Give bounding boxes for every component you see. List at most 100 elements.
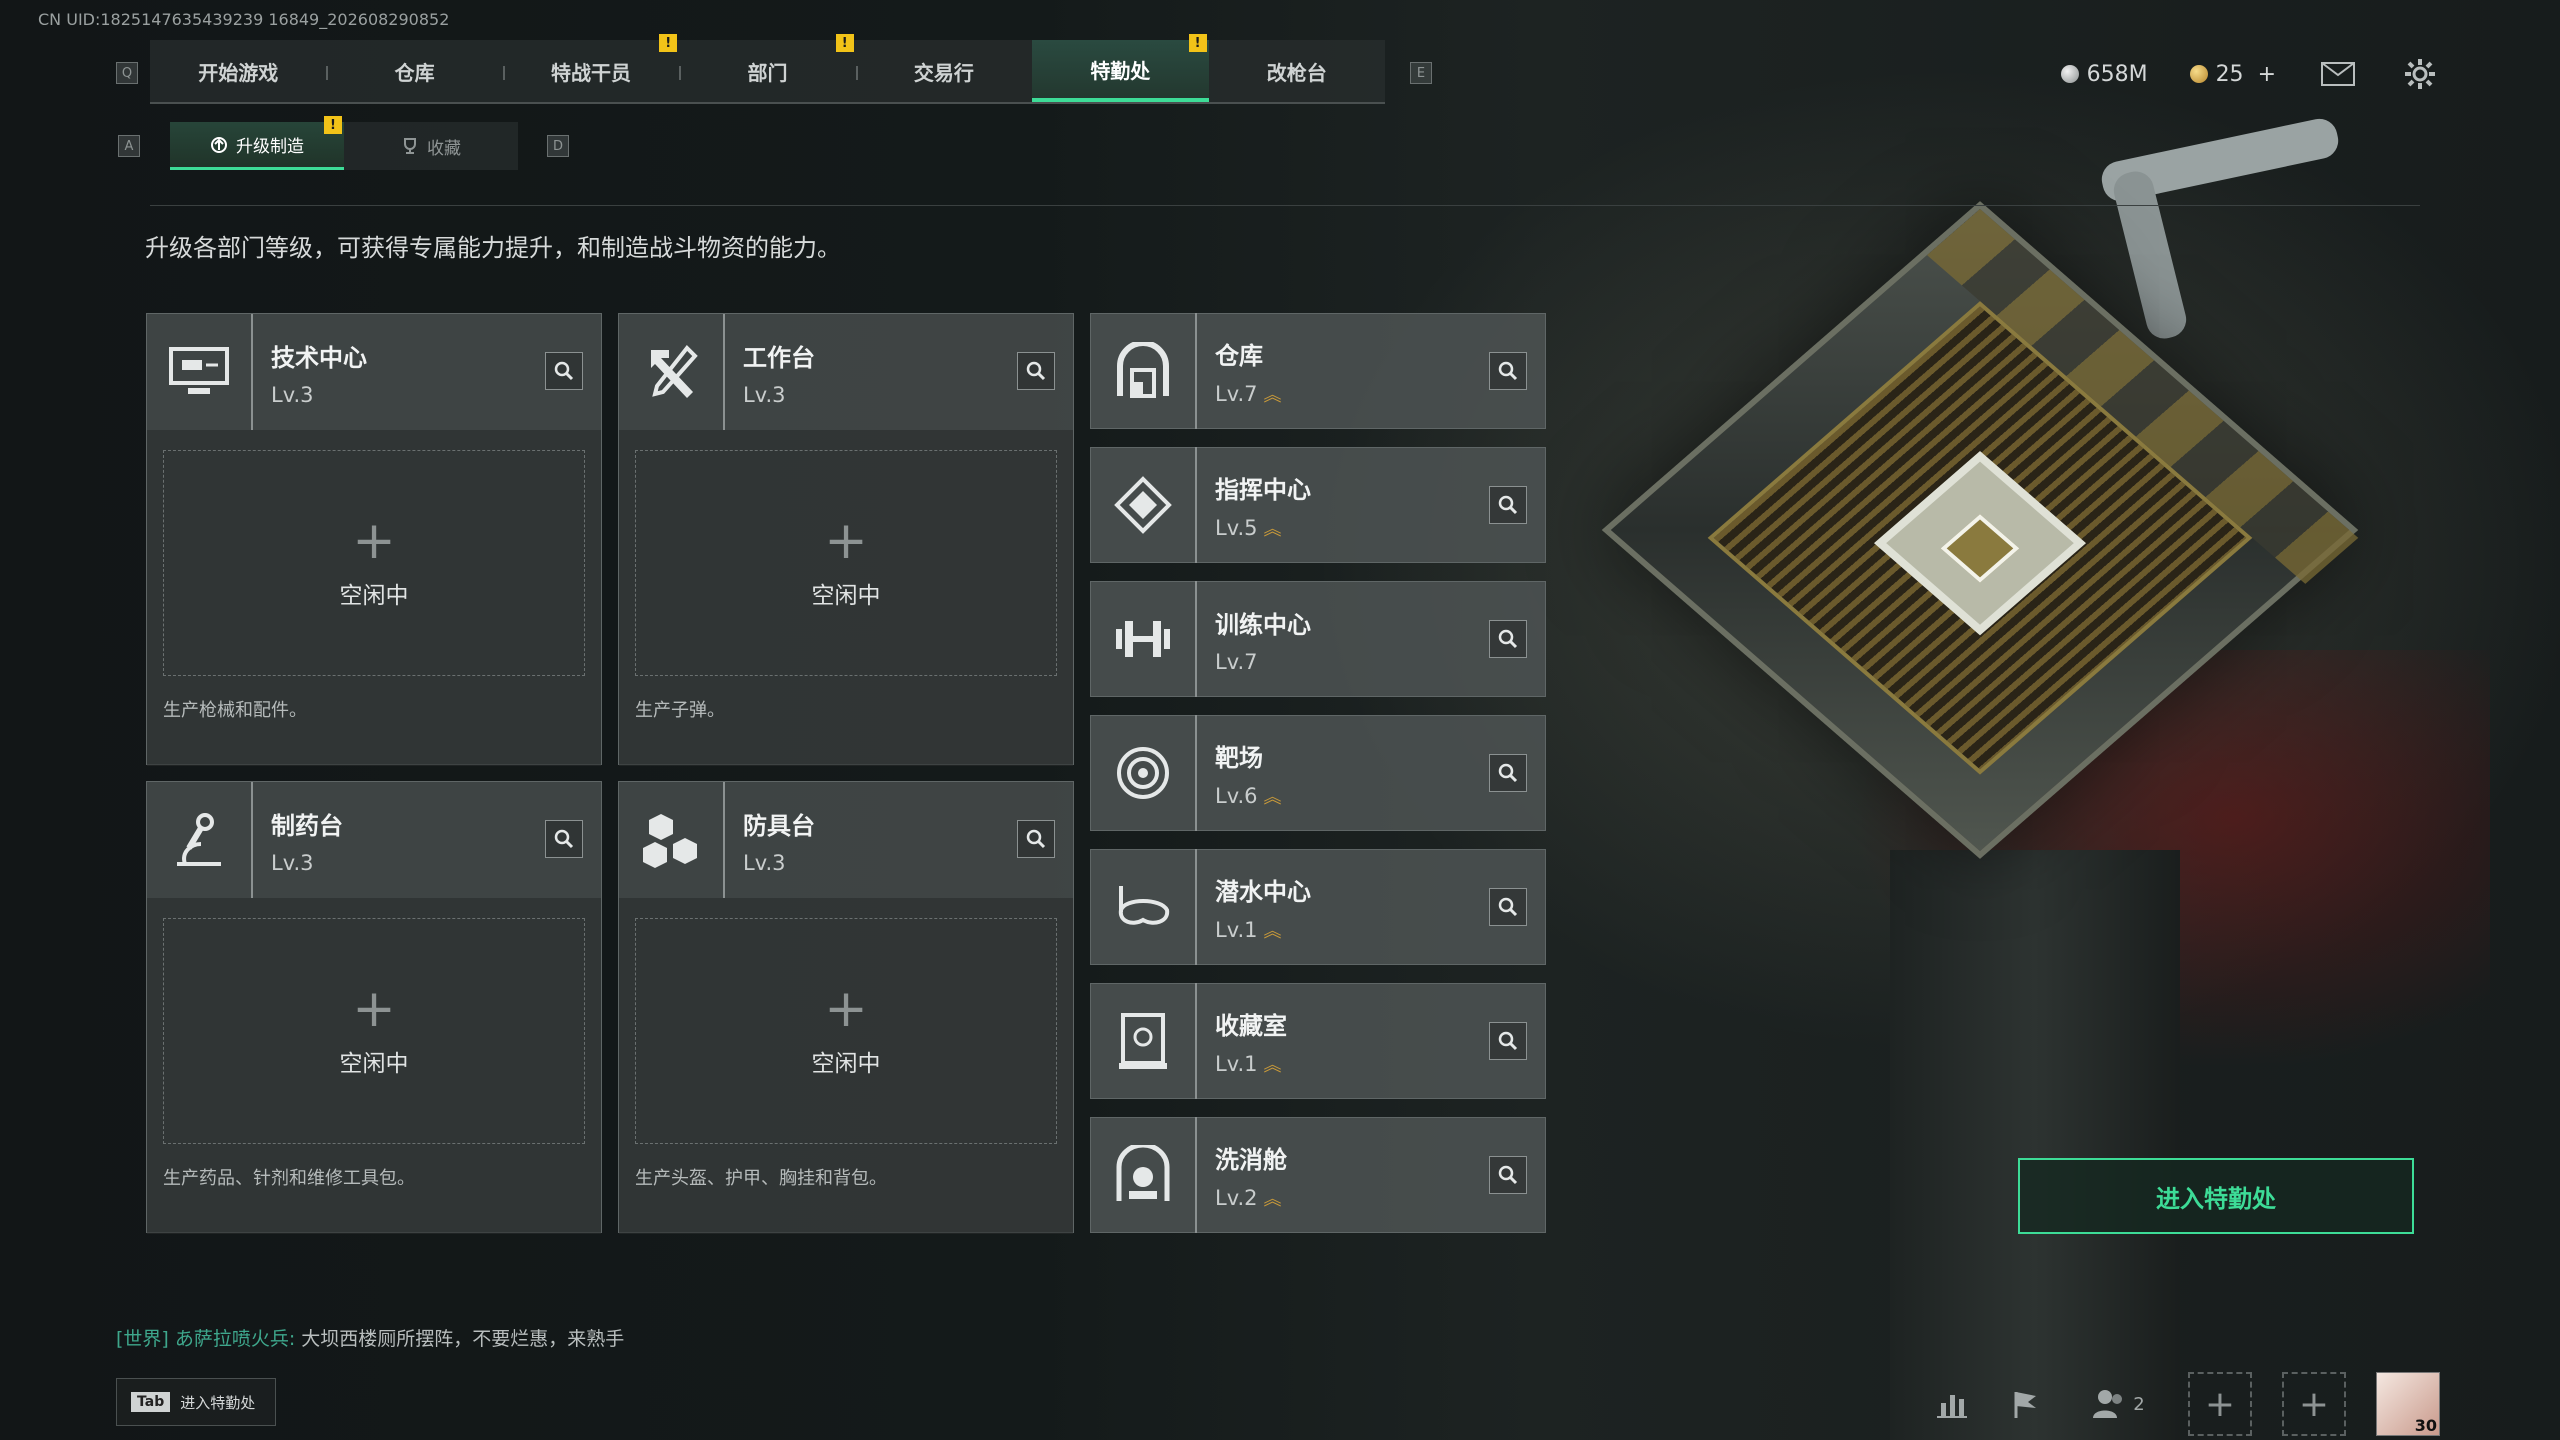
friends-button[interactable]: 2 — [2078, 1382, 2158, 1426]
facility-level: Lv.3 — [743, 382, 786, 407]
chat-message: 大坝西楼厕所摆阵，不要烂惠，来熟手 — [301, 1328, 625, 1350]
facility-level: Lv.7 — [1215, 649, 1258, 674]
card-header[interactable]: 工作台 Lv.3 — [619, 314, 1073, 430]
facility-name: 仓库 — [1215, 341, 1263, 370]
mail-icon[interactable] — [2318, 54, 2358, 94]
facility-level: Lv.6 ︽ — [1215, 783, 1282, 808]
tab-upgrade-manufacture[interactable]: 升级制造 ! — [170, 116, 344, 170]
uid-label: CN UID:1825147635439239 16849_2026082908… — [38, 10, 450, 29]
search-button[interactable] — [1489, 352, 1527, 390]
special-ops-cube — [1601, 160, 2359, 900]
facility-card-shooting-range[interactable]: 靶场 Lv.6 ︽ — [1090, 715, 1546, 831]
nav-start-game[interactable]: 开始游戏 — [150, 40, 326, 102]
search-button[interactable] — [1489, 1022, 1527, 1060]
search-button[interactable] — [1489, 486, 1527, 524]
nav-operators[interactable]: 特战干员! — [502, 34, 679, 102]
search-button[interactable] — [1489, 754, 1527, 792]
tab-hint[interactable]: Tab 进入特勤处 — [116, 1378, 276, 1426]
production-slot[interactable]: + 空闲中 — [163, 450, 585, 676]
computer-icon — [147, 314, 253, 430]
card-header[interactable]: 技术中心 Lv.3 — [147, 314, 601, 430]
facility-card-tech-center: 技术中心 Lv.3 + 空闲中 生产枪械和配件。 — [146, 313, 602, 766]
add-slot-button[interactable]: + — [2282, 1372, 2346, 1436]
facility-card-collection-room[interactable]: 收藏室 Lv.1 ︽ — [1090, 983, 1546, 1099]
facility-name: 工作台 — [743, 343, 815, 372]
facility-level: Lv.1 ︽ — [1215, 1051, 1282, 1076]
facility-level: Lv.7 ︽ — [1215, 381, 1282, 406]
search-icon — [1498, 361, 1518, 381]
search-button[interactable] — [545, 352, 583, 390]
facility-card-command-center[interactable]: 指挥中心 Lv.5 ︽ — [1090, 447, 1546, 563]
facility-card-warehouse[interactable]: 仓库 Lv.7 ︽ — [1090, 313, 1546, 429]
chat-sender: あ萨拉喷火兵: — [174, 1328, 296, 1350]
facility-card-diving-center[interactable]: 潜水中心 Lv.1 ︽ — [1090, 849, 1546, 965]
slot-status: 空闲中 — [811, 583, 881, 609]
upgrade-arrow-icon: ︽ — [1263, 384, 1282, 406]
world-chat[interactable]: [世界] あ萨拉喷火兵: 大坝西楼厕所摆阵，不要烂惠，来熟手 — [116, 1324, 624, 1351]
search-button[interactable] — [1017, 820, 1055, 858]
trophy-icon — [404, 138, 416, 154]
nav-department[interactable]: 部门! — [679, 34, 855, 102]
nav-gunsmith[interactable]: 改枪台 — [1209, 40, 1385, 102]
notification-badge: ! — [835, 34, 854, 52]
notification-badge: ! — [1188, 34, 1207, 52]
upgrade-icon — [211, 136, 227, 153]
facility-name: 技术中心 — [271, 343, 367, 372]
microscope-icon — [147, 782, 253, 898]
production-slot[interactable]: + 空闲中 — [635, 450, 1057, 676]
search-icon — [1498, 629, 1518, 649]
plus-icon: + — [352, 511, 396, 571]
facility-card-training-center[interactable]: 训练中心 Lv.7 — [1090, 581, 1546, 697]
search-button[interactable] — [1489, 620, 1527, 658]
cube-pillar — [1890, 850, 2180, 1440]
upgrade-arrow-icon: ︽ — [1263, 518, 1282, 540]
search-icon — [1498, 897, 1518, 917]
main-nav: 开始游戏 仓库 特战干员! 部门! 交易行 特勤处! 改枪台 — [150, 34, 1385, 104]
gear-icon[interactable] — [2400, 54, 2440, 94]
card-header[interactable]: 制药台 Lv.3 — [147, 782, 601, 898]
avatar[interactable]: 30 — [2376, 1372, 2440, 1436]
tools-icon — [619, 314, 725, 430]
search-icon — [1498, 1165, 1518, 1185]
search-button[interactable] — [545, 820, 583, 858]
search-icon — [1498, 1031, 1518, 1051]
diving-mask-icon — [1091, 849, 1197, 965]
flag-icon[interactable] — [2004, 1382, 2048, 1426]
search-button[interactable] — [1017, 352, 1055, 390]
production-slot[interactable]: + 空闲中 — [163, 918, 585, 1144]
nav-trading[interactable]: 交易行 — [855, 40, 1032, 102]
gold-currency[interactable]: 25 + — [2189, 62, 2276, 87]
enter-special-ops-button[interactable]: 进入特勤处 — [2018, 1158, 2414, 1234]
nav-warehouse[interactable]: 仓库 — [326, 40, 502, 102]
facility-name: 靶场 — [1215, 743, 1263, 772]
slot-description: 生产药品、针剂和维修工具包。 — [163, 1168, 415, 1189]
tab-collection[interactable]: 收藏 — [344, 122, 518, 170]
upgrade-arrow-icon: ︽ — [1263, 920, 1282, 942]
sub-tabs: 升级制造 ! 收藏 — [170, 116, 518, 170]
stats-icon[interactable] — [1930, 1382, 1974, 1426]
upgrade-arrow-icon: ︽ — [1263, 786, 1282, 808]
search-icon — [1026, 361, 1046, 381]
facility-card-decontamination[interactable]: 洗消舱 Lv.2 ︽ — [1090, 1117, 1546, 1233]
nav-special-ops[interactable]: 特勤处! — [1032, 34, 1209, 102]
production-slot[interactable]: + 空闲中 — [635, 918, 1057, 1144]
search-button[interactable] — [1489, 888, 1527, 926]
boxes-icon — [619, 782, 725, 898]
upgrade-arrow-icon: ︽ — [1263, 1188, 1282, 1210]
card-header[interactable]: 防具台 Lv.3 — [619, 782, 1073, 898]
friends-count: 2 — [2133, 1393, 2145, 1415]
slot-status: 空闲中 — [811, 1051, 881, 1077]
command-icon — [1091, 447, 1197, 563]
add-slot-button[interactable]: + — [2188, 1372, 2252, 1436]
slot-description: 生产子弹。 — [635, 700, 725, 721]
facility-level: Lv.2 ︽ — [1215, 1185, 1282, 1210]
slot-status: 空闲中 — [339, 1051, 409, 1077]
facility-level: Lv.1 ︽ — [1215, 917, 1282, 942]
chat-channel: [世界] — [116, 1328, 169, 1350]
search-icon — [1498, 763, 1518, 783]
add-gold-button[interactable]: + — [2258, 62, 2276, 87]
facility-name: 指挥中心 — [1215, 475, 1311, 504]
search-button[interactable] — [1489, 1156, 1527, 1194]
facility-level: Lv.3 — [271, 850, 314, 875]
facility-card-workbench: 工作台 Lv.3 + 空闲中 生产子弹。 — [618, 313, 1074, 766]
